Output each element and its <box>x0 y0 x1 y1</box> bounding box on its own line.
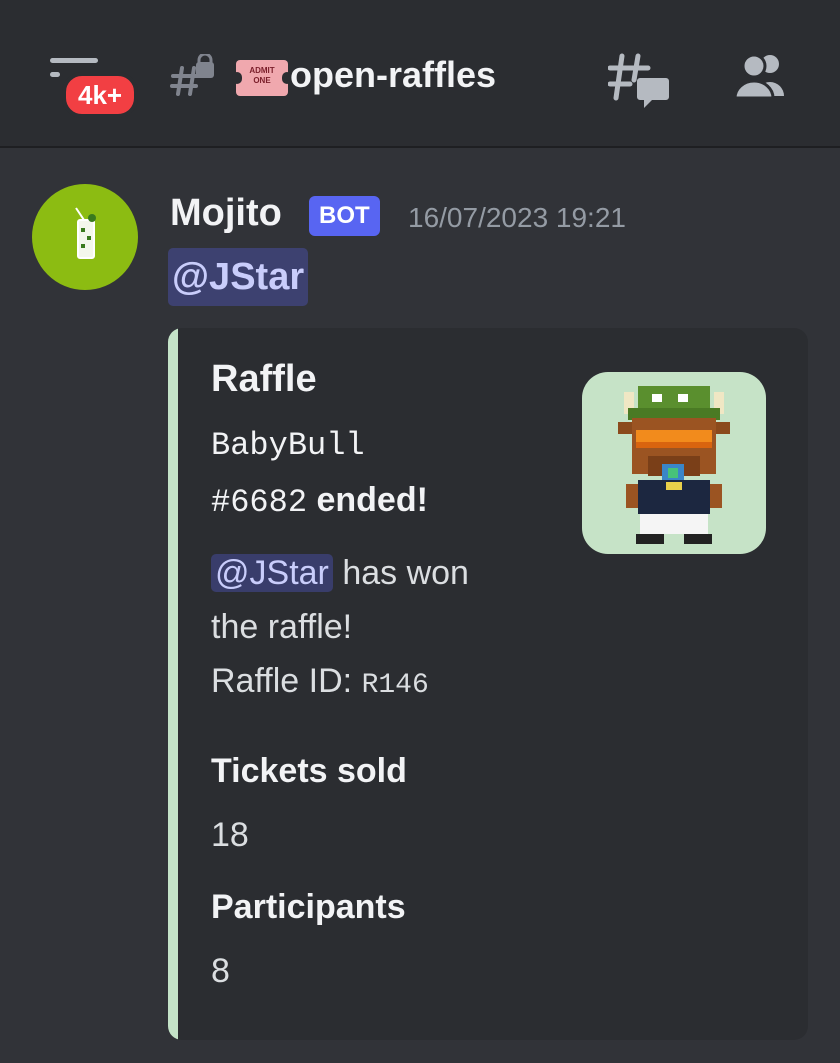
ended-text: ended! <box>316 481 428 519</box>
message-timestamp: 16/07/2023 19:21 <box>408 202 626 233</box>
nft-name: BabyBull <box>211 427 365 464</box>
field-value-tickets-sold: 18 <box>211 816 249 854</box>
members-icon[interactable] <box>734 52 790 100</box>
channels-menu-button[interactable]: 4k+ <box>44 52 139 118</box>
won-text-2: the raffle! <box>211 608 353 646</box>
field-name-participants: Participants <box>211 888 406 926</box>
bot-tag: BOT <box>309 196 380 236</box>
channel-name[interactable]: open-raffles <box>290 54 496 96</box>
raffle-id-value: R146 <box>361 670 429 701</box>
field-value-participants: 8 <box>211 952 230 990</box>
embed-body: @JStar has won the raffle! Raffle ID: R1… <box>211 546 551 713</box>
threads-icon[interactable] <box>608 52 670 110</box>
admission-ticket-icon: ADMIT ONE <box>232 60 292 96</box>
embed-description: BabyBull #6682 ended! <box>211 416 541 530</box>
user-mention[interactable]: @JStar <box>168 248 309 306</box>
embed-accent-bar <box>168 328 178 1040</box>
channel-header: 4k+ ADMIT ONE open-raffles <box>0 0 840 148</box>
winner-mention[interactable]: @JStar <box>211 554 333 592</box>
raffle-id-label: Raffle ID: <box>211 662 353 700</box>
embed-title: Raffle <box>211 358 317 400</box>
locked-hash-icon <box>170 54 214 96</box>
won-text: has won <box>342 554 469 592</box>
message-username[interactable]: Mojito <box>170 192 282 235</box>
field-name-tickets-sold: Tickets sold <box>211 752 407 790</box>
raffle-embed: Raffle BabyBull #6682 ended! @JStar has … <box>168 328 808 1040</box>
nft-number: #6682 <box>211 484 308 521</box>
embed-thumbnail[interactable] <box>582 372 766 554</box>
pixel-bull-nft-image <box>618 386 730 544</box>
mojito-glass-icon <box>75 207 96 259</box>
unread-badge: 4k+ <box>62 72 139 118</box>
bot-avatar[interactable] <box>32 184 138 290</box>
